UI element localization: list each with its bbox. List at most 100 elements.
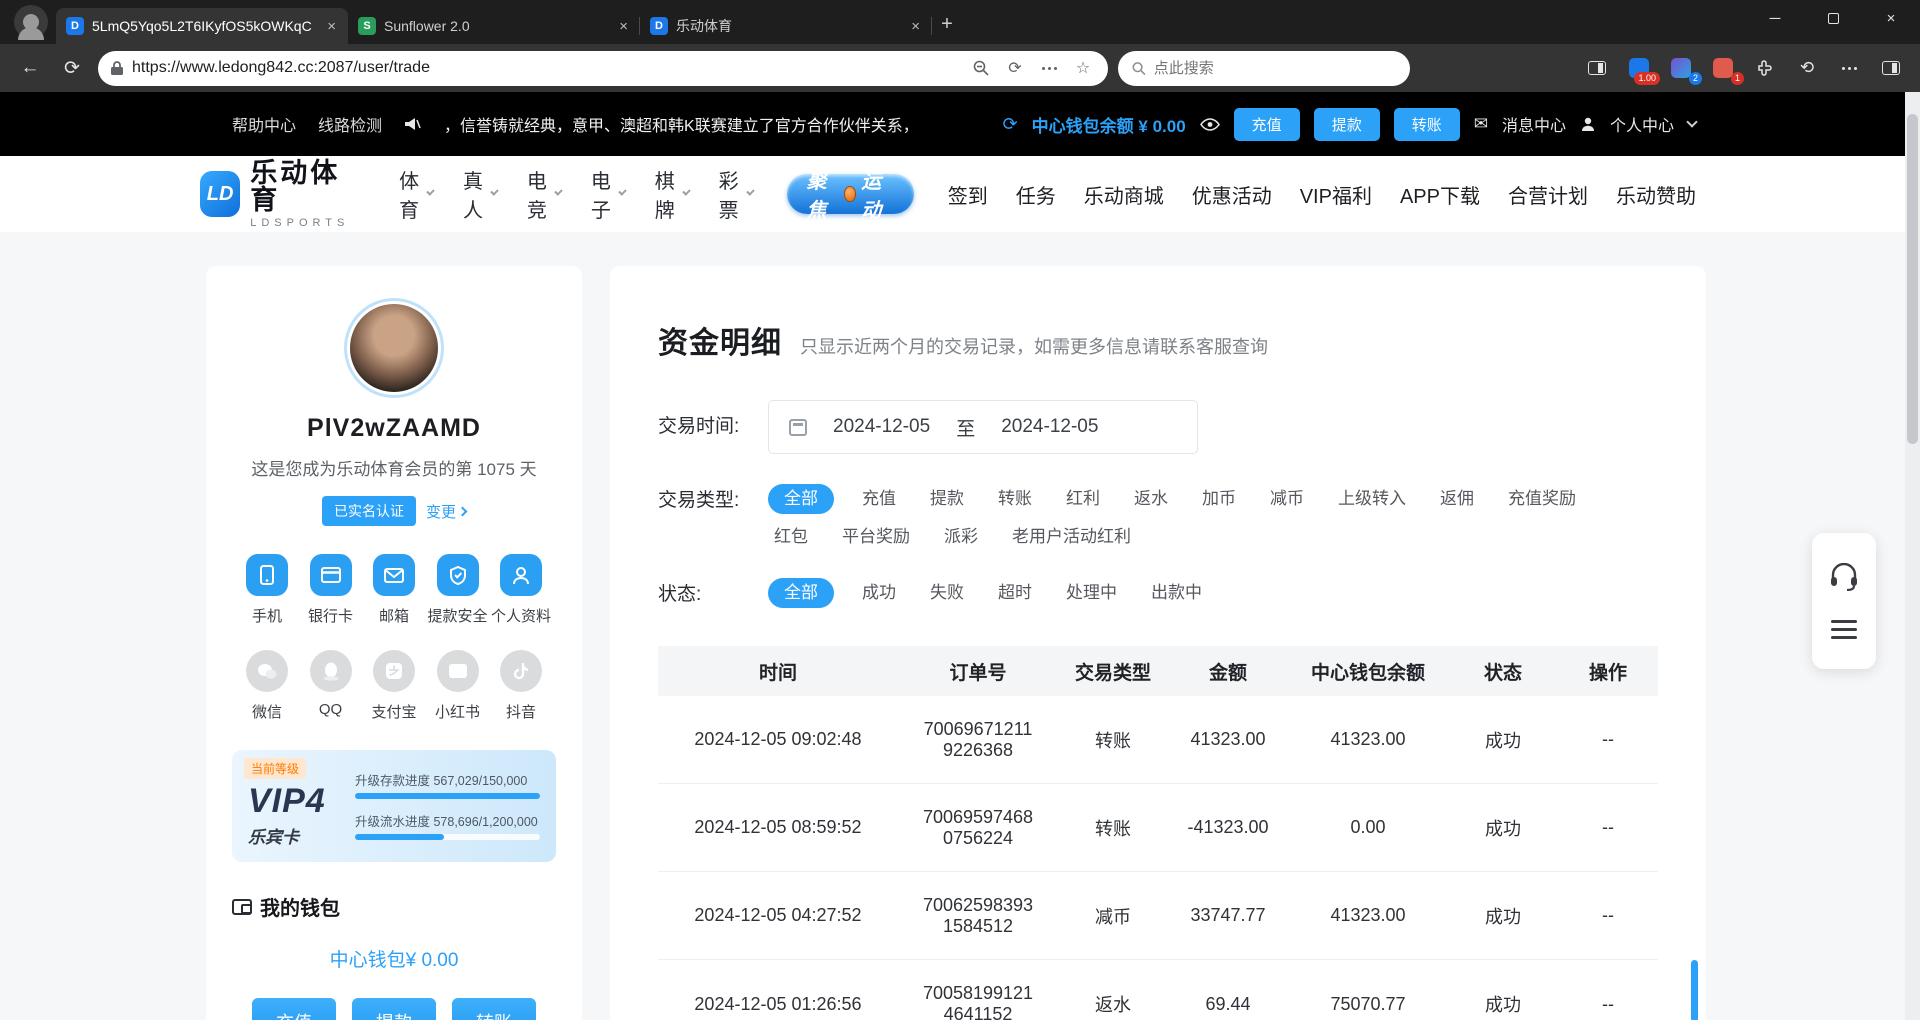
search-box[interactable] (1118, 51, 1410, 86)
new-tab-button[interactable]: + (932, 9, 962, 39)
nav-slots[interactable]: 电子 (591, 165, 625, 223)
status-option-all[interactable]: 全部 (768, 578, 834, 608)
minimize-button[interactable]: ─ (1746, 0, 1804, 36)
menu-checkin[interactable]: 签到 (948, 180, 988, 209)
type-option[interactable]: 提款 (924, 484, 970, 514)
extension-badge: 1 (1731, 72, 1744, 85)
type-option[interactable]: 返水 (1128, 484, 1174, 514)
page-scrollbar-thumb[interactable] (1907, 114, 1918, 444)
social-alipay[interactable]: 支付宝 (363, 650, 425, 722)
menu-tasks[interactable]: 任务 (1016, 180, 1056, 209)
sidebar-withdraw-button[interactable]: 提款 (352, 998, 436, 1020)
nav-cards[interactable]: 棋牌 (655, 165, 689, 223)
status-option[interactable]: 处理中 (1060, 578, 1123, 608)
status-option[interactable]: 失败 (924, 578, 970, 608)
line-check-link[interactable]: 线路检测 (318, 112, 382, 136)
type-option[interactable]: 返佣 (1434, 484, 1480, 514)
url-more-icon[interactable] (1036, 55, 1062, 81)
customer-service-icon[interactable] (1829, 563, 1859, 591)
topbar-deposit-button[interactable]: 充值 (1234, 108, 1300, 141)
eye-icon[interactable] (1200, 118, 1220, 131)
message-center-link[interactable]: 消息中心 (1502, 112, 1566, 136)
address-bar[interactable]: https://www.ledong842.cc:2087/user/trade… (98, 51, 1108, 86)
close-tab-icon[interactable]: × (909, 18, 922, 35)
tab-1[interactable]: D 5LmQ5Yqo5L2T6IKyfOS5kOWKqC × (56, 8, 348, 44)
security-phone[interactable]: 手机 (236, 554, 298, 626)
menu-vip[interactable]: VIP福利 (1300, 180, 1372, 209)
type-option[interactable]: 充值 (856, 484, 902, 514)
menu-promotions[interactable]: 优惠活动 (1192, 180, 1272, 209)
extension-2-icon[interactable]: 2 (1666, 53, 1696, 83)
close-tab-icon[interactable]: × (617, 18, 630, 35)
help-center-link[interactable]: 帮助中心 (232, 112, 296, 136)
status-option[interactable]: 成功 (856, 578, 902, 608)
social-xiaohongshu[interactable]: 小红书 (427, 650, 489, 722)
logo-subtitle: LDSPORTS (250, 217, 355, 229)
history-icon[interactable]: ⟲ (1792, 53, 1822, 83)
vip-card[interactable]: 当前等级 VIP4 乐宾卡 升级存款进度 567,029/150,000 升级流… (232, 750, 556, 862)
zoom-icon[interactable] (968, 55, 994, 81)
close-tab-icon[interactable]: × (325, 18, 338, 35)
security-withdraw-safety[interactable]: 提款安全 (427, 554, 489, 626)
type-option[interactable]: 红利 (1060, 484, 1106, 514)
refresh-button[interactable]: ⟳ (56, 52, 88, 84)
sidebar-transfer-button[interactable]: 转账 (452, 998, 536, 1020)
social-douyin[interactable]: 抖音 (490, 650, 552, 722)
sidebar-toggle-icon[interactable] (1876, 53, 1906, 83)
menu-hamburger-icon[interactable] (1831, 620, 1857, 639)
page-scrollbar[interactable] (1905, 92, 1920, 1020)
social-wechat[interactable]: 微信 (236, 650, 298, 722)
site-logo[interactable]: LD 乐动体育 LDSPORTS (200, 160, 355, 229)
security-email[interactable]: 邮箱 (363, 554, 425, 626)
menu-sponsorship[interactable]: 乐动赞助 (1616, 180, 1696, 209)
browser-profile-button[interactable] (14, 5, 48, 39)
type-option[interactable]: 平台奖励 (836, 522, 916, 552)
type-option[interactable]: 老用户活动红利 (1006, 522, 1137, 552)
focus-sports-banner[interactable]: 聚焦运动 (787, 174, 914, 214)
date-range-picker[interactable]: 2024-12-05 至 2024-12-05 (768, 400, 1198, 454)
type-option[interactable]: 红包 (768, 522, 814, 552)
nav-sports[interactable]: 体育 (399, 165, 433, 223)
translate-icon[interactable]: ⟳ (1002, 55, 1028, 81)
nav-live[interactable]: 真人 (463, 165, 497, 223)
avatar[interactable] (350, 304, 438, 392)
tab-2[interactable]: S Sunflower 2.0 × (348, 8, 640, 44)
wallet-extension-icon[interactable]: 1.00 (1624, 53, 1654, 83)
back-button[interactable]: ← (14, 52, 46, 84)
security-profile[interactable]: 个人资料 (490, 554, 552, 626)
date-to[interactable]: 2024-12-05 (1001, 416, 1098, 438)
favorites-star-icon[interactable]: ☆ (1070, 55, 1096, 81)
change-link[interactable]: 变更 (426, 501, 466, 522)
notifications-icon[interactable]: 1 (1708, 53, 1738, 83)
menu-mall[interactable]: 乐动商城 (1084, 180, 1164, 209)
collections-icon[interactable] (1582, 53, 1612, 83)
settings-more-icon[interactable] (1834, 53, 1864, 83)
type-option-all[interactable]: 全部 (768, 484, 834, 514)
topbar-withdraw-button[interactable]: 提款 (1314, 108, 1380, 141)
search-input[interactable] (1154, 60, 1396, 77)
menu-app-download[interactable]: APP下载 (1400, 180, 1480, 209)
type-option[interactable]: 上级转入 (1332, 484, 1412, 514)
type-option[interactable]: 派彩 (938, 522, 984, 552)
nav-lottery[interactable]: 彩票 (719, 165, 753, 223)
wallet-refresh-icon[interactable]: ⟳ (1003, 114, 1018, 135)
extensions-puzzle-icon[interactable] (1750, 53, 1780, 83)
type-option[interactable]: 充值奖励 (1502, 484, 1582, 514)
date-from[interactable]: 2024-12-05 (833, 416, 930, 438)
table-scrollbar-thumb[interactable] (1691, 960, 1698, 1020)
topbar-transfer-button[interactable]: 转账 (1394, 108, 1460, 141)
tab-3[interactable]: D 乐动体育 × (640, 8, 932, 44)
type-option[interactable]: 加币 (1196, 484, 1242, 514)
status-option[interactable]: 出款中 (1145, 578, 1208, 608)
maximize-button[interactable] (1804, 0, 1862, 36)
type-option[interactable]: 转账 (992, 484, 1038, 514)
social-qq[interactable]: QQ (300, 650, 362, 722)
type-option[interactable]: 减币 (1264, 484, 1310, 514)
close-window-button[interactable]: × (1862, 0, 1920, 36)
personal-center-link[interactable]: 个人中心 (1610, 112, 1674, 136)
nav-esports[interactable]: 电竞 (527, 165, 561, 223)
security-bank-card[interactable]: 银行卡 (300, 554, 362, 626)
menu-affiliate[interactable]: 合营计划 (1508, 180, 1588, 209)
sidebar-deposit-button[interactable]: 充值 (252, 998, 336, 1020)
status-option[interactable]: 超时 (992, 578, 1038, 608)
